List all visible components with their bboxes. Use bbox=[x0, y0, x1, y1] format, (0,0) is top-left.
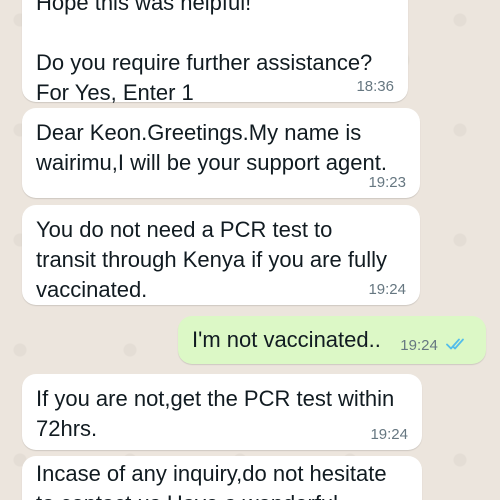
message-timestamp: 19:24 bbox=[370, 426, 408, 443]
message-text: Dear Keon.Greetings.My name is wairimu,I… bbox=[36, 120, 387, 175]
message-text: If you are not,get the PCR test within 7… bbox=[36, 386, 395, 441]
message-bubble-incoming[interactable]: Incase of any inquiry,do not hesitate to… bbox=[22, 456, 422, 500]
message-bubble-incoming[interactable]: If you are not,get the PCR test within 7… bbox=[22, 374, 422, 450]
message-bubble-incoming[interactable]: Dear Keon.Greetings.My name is wairimu,I… bbox=[22, 108, 420, 198]
message-timestamp: 19:24 bbox=[400, 337, 438, 354]
message-status: 19:24 bbox=[400, 337, 472, 355]
message-text: Hope this was helpful! Do you require fu… bbox=[36, 0, 373, 105]
message-timestamp: 19:24 bbox=[368, 281, 406, 298]
message-bubble-incoming[interactable]: You do not need a PCR test to transit th… bbox=[22, 205, 420, 305]
message-text: You do not need a PCR test to transit th… bbox=[36, 217, 387, 302]
message-bubble-outgoing[interactable]: I'm not vaccinated.. 19:24 bbox=[178, 316, 486, 364]
message-text: Incase of any inquiry,do not hesitate to… bbox=[36, 461, 387, 500]
message-timestamp: 18:36 bbox=[356, 78, 394, 95]
read-double-check-icon bbox=[446, 338, 464, 350]
message-timestamp: 19:23 bbox=[368, 174, 406, 191]
message-bubble-incoming[interactable]: Hope this was helpful! Do you require fu… bbox=[22, 0, 408, 105]
